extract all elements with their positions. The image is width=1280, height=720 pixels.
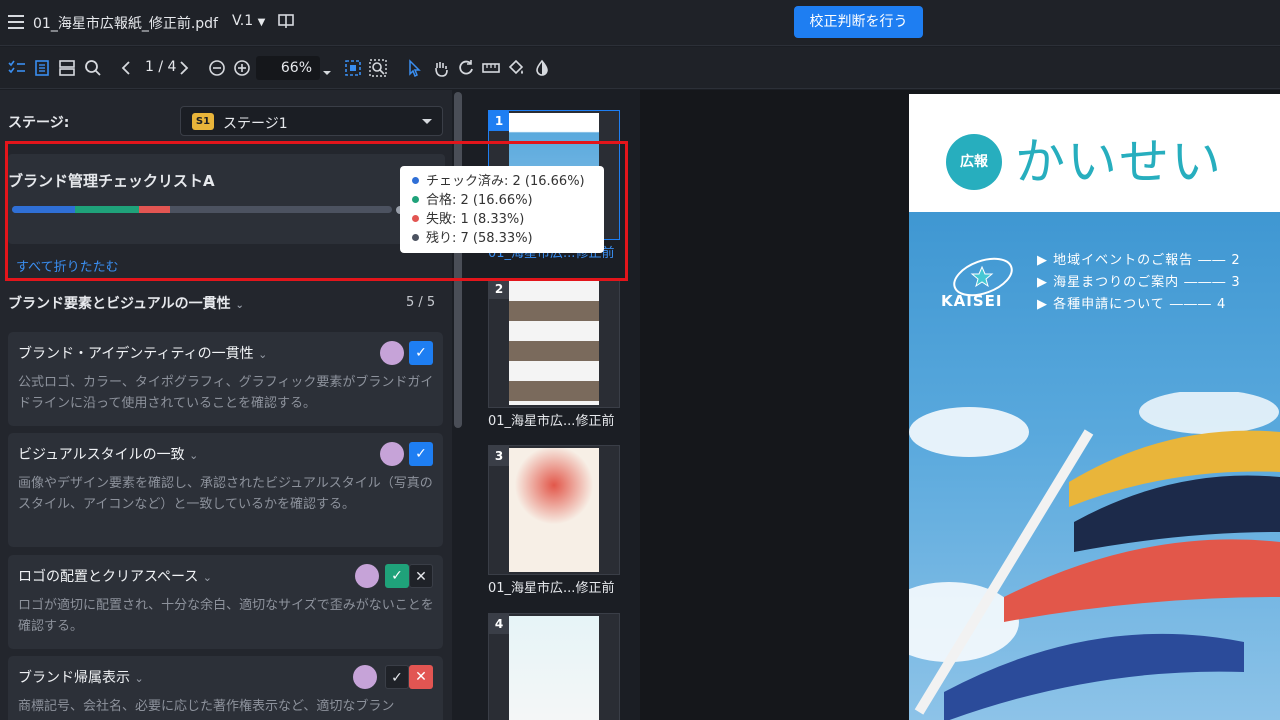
thumbnail-page-3[interactable]: 3 [488, 445, 620, 575]
item-title: ビジュアルスタイルの一致 [18, 447, 185, 463]
item-description: 画像やデザイン要素を確認し、承認されたビジュアルスタイル（写真のスタイル、アイコ… [18, 476, 433, 512]
stage-badge: S1 [192, 113, 214, 130]
checklist-item: ビジュアルスタイルの一致 ⌄ ✓ 画像やデザイン要素を確認し、承認されたビジュア… [8, 433, 443, 547]
document-icon[interactable] [32, 58, 52, 78]
search-icon[interactable] [83, 58, 103, 78]
item-title: ブランド帰属表示 [18, 670, 130, 686]
stage-selected-value: ステージ1 [223, 116, 288, 132]
rotate-icon[interactable] [456, 58, 476, 78]
chevron-down-icon: ⌄ [134, 672, 144, 685]
section-count: 5 / 5 [406, 295, 436, 310]
highlight-annotation-box [5, 141, 628, 281]
contrast-icon[interactable] [532, 58, 552, 78]
chevron-down-icon: ⌄ [202, 571, 212, 584]
menu-icon[interactable] [8, 15, 24, 29]
app-header: 01_海星市広報紙_修正前.pdf V.1 ▼ 校正判断を行う [0, 0, 1280, 46]
item-title-toggle[interactable]: ブランド帰属表示 ⌄ [18, 667, 144, 687]
thumbnail-number: 3 [489, 446, 509, 466]
thumbnail-image [509, 281, 599, 405]
section-header[interactable]: ブランド要素とビジュアルの一貫性 ⌄ [8, 293, 244, 313]
zoom-dropdown-icon[interactable] [322, 63, 332, 75]
avatar[interactable] [380, 341, 404, 365]
table-of-contents: ▶ 地域イベントのご報告 ―― 2 ▶ 海星まつりのご案内 ――― 3 ▶ 各種… [1037, 250, 1241, 316]
avatar[interactable] [355, 564, 379, 588]
version-dropdown[interactable]: V.1 ▼ [232, 13, 265, 29]
thumbnail-number: 1 [489, 111, 509, 131]
checked-checkbox[interactable]: ✓ [409, 341, 433, 365]
kaisei-wordmark: KAISEI [941, 292, 1003, 310]
chevron-down-icon: ⌄ [258, 348, 268, 361]
toc-item: ▶ 海星まつりのご案内 ――― 3 [1037, 275, 1241, 290]
thumbnail-caption: 01_海星市広...修正前 [488, 414, 615, 429]
checklist-item: ブランド・アイデンティティの一貫性 ⌄ ✓ 公式ロゴ、カラー、タイポグラフィ、グ… [8, 332, 443, 426]
checklist-item: ブランド帰属表示 ⌄ ✓ ✕ 商標記号、会社名、必要に応じた著作権表示など、適切… [8, 656, 443, 720]
checklist-icon[interactable] [7, 58, 27, 78]
thumbnail-page-4[interactable]: 4 [488, 613, 620, 720]
thumbnail-image [509, 616, 599, 720]
next-page-icon[interactable] [173, 58, 193, 78]
toc-item: ▶ 各種申請について ――― 4 [1037, 297, 1227, 312]
thumbnail-page-2[interactable]: 2 [488, 278, 620, 408]
section-title: ブランド要素とビジュアルの一貫性 [8, 296, 231, 312]
toc-item: ▶ 地域イベントのご報告 ―― 2 [1037, 253, 1241, 268]
pass-button[interactable]: ✓ [385, 564, 409, 588]
zoom-in-icon[interactable] [232, 58, 252, 78]
checklist-item: ロゴの配置とクリアスペース ⌄ ✓ ✕ ロゴが適切に配置され、十分な余白、適切な… [8, 555, 443, 649]
chevron-down-icon: ⌄ [235, 300, 244, 311]
stage-label: ステージ: [8, 115, 70, 131]
item-title-toggle[interactable]: ビジュアルスタイルの一致 ⌄ [18, 444, 198, 464]
item-title-toggle[interactable]: ロゴの配置とクリアスペース ⌄ [18, 566, 212, 586]
book-icon[interactable] [278, 13, 294, 29]
page-indicator: 1 / 4 [145, 59, 177, 75]
zoom-level-input[interactable]: 66% [256, 56, 320, 80]
ruler-icon[interactable] [481, 58, 501, 78]
thumbnail-number: 2 [489, 279, 509, 299]
cursor-icon[interactable] [404, 58, 424, 78]
avatar[interactable] [380, 442, 404, 466]
zoom-out-icon[interactable] [207, 58, 227, 78]
pass-button[interactable]: ✓ [385, 665, 409, 689]
stage-select[interactable]: S1 ステージ1 [180, 106, 443, 136]
hand-icon[interactable] [431, 58, 451, 78]
chevron-down-icon: ▼ [257, 17, 266, 28]
brand-title: かいせい [1015, 133, 1223, 191]
checked-checkbox[interactable]: ✓ [409, 442, 433, 466]
fail-button[interactable]: ✕ [409, 564, 433, 588]
document-viewer[interactable]: 広報 かいせい KAISEI ▶ 地域イベントのご報告 ―― 2 ▶ 海星まつり… [640, 90, 1280, 720]
fit-page-icon[interactable] [343, 58, 363, 78]
file-name: 01_海星市広報紙_修正前.pdf [33, 16, 218, 32]
item-description: ロゴが適切に配置され、十分な余白、適切なサイズで歪みがないことを確認する。 [18, 598, 434, 634]
version-label: V.1 [232, 13, 254, 29]
chevron-down-icon: ⌄ [189, 449, 199, 462]
koho-badge: 広報 [946, 134, 1002, 190]
area-zoom-icon[interactable] [368, 58, 388, 78]
prev-page-icon[interactable] [117, 58, 137, 78]
thumbnail-image [509, 448, 599, 572]
item-title: ロゴの配置とクリアスペース [18, 569, 199, 585]
avatar[interactable] [353, 665, 377, 689]
proof-judgment-button[interactable]: 校正判断を行う [794, 6, 923, 38]
item-title-toggle[interactable]: ブランド・アイデンティティの一貫性 ⌄ [18, 343, 267, 363]
item-description: 公式ロゴ、カラー、タイポグラフィ、グラフィック要素がブランドガイドラインに沿って… [18, 375, 434, 411]
cover-photo: KAISEI ▶ 地域イベントのご報告 ―― 2 ▶ 海星まつりのご案内 ―――… [909, 212, 1280, 720]
thumbnail-caption: 01_海星市広...修正前 [488, 581, 615, 596]
fill-bucket-icon[interactable] [506, 58, 526, 78]
compare-icon[interactable] [57, 58, 77, 78]
toolbar: 1 / 4 66% [0, 47, 1280, 89]
document-page: 広報 かいせい KAISEI ▶ 地域イベントのご報告 ―― 2 ▶ 海星まつり… [909, 94, 1280, 720]
caret-down-icon [422, 119, 432, 124]
fail-button[interactable]: ✕ [409, 665, 433, 689]
item-description: 商標記号、会社名、必要に応じた著作権表示など、適切なブラン [18, 699, 395, 714]
document-masthead: 広報 かいせい [909, 94, 1280, 212]
item-title: ブランド・アイデンティティの一貫性 [18, 346, 254, 362]
thumbnail-number: 4 [489, 614, 509, 634]
koinobori-illustration [909, 392, 1280, 720]
